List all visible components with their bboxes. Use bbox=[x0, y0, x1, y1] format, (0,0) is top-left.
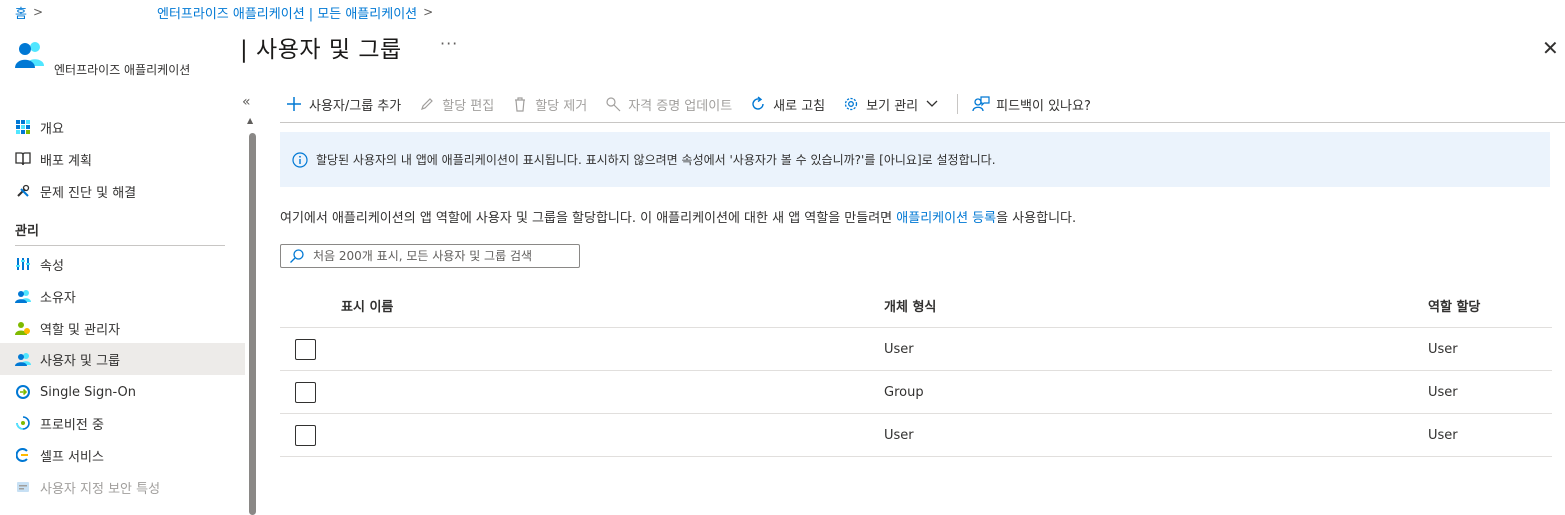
wrench-icon bbox=[15, 183, 31, 199]
app-subtitle: 엔터프라이즈 애플리케이션 bbox=[54, 63, 191, 77]
refresh-icon bbox=[749, 95, 767, 113]
gear-icon bbox=[842, 95, 860, 113]
users-groups-icon bbox=[15, 351, 31, 367]
search-input[interactable] bbox=[313, 249, 573, 263]
edit-assignment-button[interactable]: 할당 편집 bbox=[418, 95, 494, 114]
trash-icon bbox=[511, 95, 529, 113]
command-bar: 사용자/그룹 추가 할당 편집 할당 제거 자격 증명 업데이트 새로 고침 보… bbox=[285, 92, 1108, 116]
toolbar-divider-line bbox=[280, 122, 1565, 123]
info-banner: 할당된 사용자의 내 앱에 애플리케이션이 표시됩니다. 표시하지 않으려면 속… bbox=[280, 132, 1550, 187]
sidebar-item-label: 셀프 서비스 bbox=[40, 449, 104, 465]
properties-icon bbox=[15, 256, 31, 272]
manage-view-label: 보기 관리 bbox=[866, 98, 919, 114]
breadcrumb-enterprise-apps-link[interactable]: 엔터프라이즈 애플리케이션 | 모든 애플리케이션 bbox=[157, 3, 417, 22]
self-service-icon bbox=[15, 447, 31, 463]
sidebar-item-label: 문제 진단 및 해결 bbox=[40, 185, 137, 201]
pencil-icon bbox=[418, 95, 436, 113]
row-checkbox[interactable] bbox=[295, 425, 316, 446]
sidebar-item-sso[interactable]: Single Sign-On bbox=[0, 376, 245, 408]
row-checkbox[interactable] bbox=[295, 339, 316, 360]
role-cell: User bbox=[1428, 342, 1458, 357]
sidebar-item-diagnose[interactable]: 문제 진단 및 해결 bbox=[0, 175, 245, 207]
sidebar-item-label: 사용자 지정 보안 특성 bbox=[40, 481, 161, 497]
feedback-button[interactable]: 피드백이 있나요? bbox=[972, 95, 1091, 114]
chevron-right-icon: > bbox=[423, 5, 434, 19]
column-header-role-assignment[interactable]: 역할 할당 bbox=[1428, 296, 1480, 315]
refresh-button[interactable]: 새로 고침 bbox=[749, 95, 825, 114]
section-title-manage: 관리 bbox=[15, 224, 39, 239]
description-before: 여기에서 애플리케이션의 앱 역할에 사용자 및 그룹을 할당합니다. 이 애플… bbox=[280, 211, 897, 226]
sidebar-item-label: Single Sign-On bbox=[40, 384, 136, 400]
edit-assignment-label: 할당 편집 bbox=[442, 98, 495, 114]
breadcrumb-home-link[interactable]: 홈 bbox=[15, 3, 27, 22]
breadcrumb: 홈 > 엔터프라이즈 애플리케이션 | 모든 애플리케이션 > bbox=[15, 2, 433, 22]
row-divider bbox=[280, 456, 1552, 457]
info-banner-text: 할당된 사용자의 내 앱에 애플리케이션이 표시됩니다. 표시하지 않으려면 속… bbox=[316, 153, 996, 167]
collapse-sidebar-button[interactable]: « bbox=[242, 94, 251, 110]
page-title: | 사용자 및 그룹 bbox=[240, 37, 402, 63]
sidebar-scrollbar-thumb[interactable] bbox=[249, 133, 256, 515]
description-text: 여기에서 애플리케이션의 앱 역할에 사용자 및 그룹을 할당합니다. 이 애플… bbox=[280, 207, 1076, 226]
provisioning-icon bbox=[15, 415, 31, 431]
app-registration-link[interactable]: 애플리케이션 등록 bbox=[896, 211, 996, 226]
chevron-down-icon bbox=[926, 100, 938, 108]
sidebar-item-label: 배포 계획 bbox=[40, 153, 92, 169]
close-button[interactable]: ✕ bbox=[1542, 36, 1559, 60]
object-type-cell: User bbox=[884, 428, 914, 443]
object-type-cell: Group bbox=[884, 385, 924, 400]
enterprise-app-icon bbox=[15, 40, 45, 68]
update-credentials-button[interactable]: 자격 증명 업데이트 bbox=[604, 95, 732, 114]
refresh-label: 새로 고침 bbox=[773, 98, 826, 114]
more-options-button[interactable]: ··· bbox=[440, 34, 458, 53]
sidebar-item-label: 역할 및 관리자 bbox=[40, 322, 121, 338]
table-row[interactable]: User User bbox=[280, 414, 1552, 457]
sidebar-item-overview[interactable]: 개요 bbox=[0, 111, 245, 143]
feedback-icon bbox=[972, 95, 990, 113]
column-header-object-type[interactable]: 개체 형식 bbox=[884, 296, 936, 315]
sidebar-item-properties[interactable]: 속성 bbox=[0, 248, 245, 280]
row-checkbox[interactable] bbox=[295, 382, 316, 403]
remove-assignment-button[interactable]: 할당 제거 bbox=[511, 95, 587, 114]
object-type-cell: User bbox=[884, 342, 914, 357]
info-icon bbox=[292, 151, 308, 168]
sidebar-item-provisioning[interactable]: 프로비전 중 bbox=[0, 407, 245, 439]
toolbar-divider bbox=[957, 94, 959, 114]
table-row[interactable]: Group User bbox=[280, 371, 1552, 414]
sidebar-item-owners[interactable]: 소유자 bbox=[0, 280, 245, 312]
owners-icon bbox=[15, 288, 31, 304]
sidebar-item-label: 개요 bbox=[40, 121, 64, 137]
table-row[interactable]: User User bbox=[280, 328, 1552, 371]
sidebar-item-label: 사용자 및 그룹 bbox=[40, 353, 121, 369]
section-divider bbox=[15, 245, 225, 246]
description-after: 을 사용합니다. bbox=[996, 211, 1077, 226]
role-cell: User bbox=[1428, 428, 1458, 443]
sidebar-item-roles-admins[interactable]: 역할 및 관리자 bbox=[0, 312, 245, 344]
key-search-icon bbox=[604, 95, 622, 113]
update-credentials-label: 자격 증명 업데이트 bbox=[628, 98, 733, 114]
sidebar-item-label: 속성 bbox=[40, 258, 64, 274]
feedback-label: 피드백이 있나요? bbox=[996, 98, 1091, 114]
sso-icon bbox=[15, 384, 31, 400]
role-cell: User bbox=[1428, 385, 1458, 400]
search-box bbox=[280, 244, 580, 268]
sidebar-item-deployment-plan[interactable]: 배포 계획 bbox=[0, 143, 245, 175]
sidebar-item-custom-security-attributes: 사용자 지정 보안 특성 bbox=[0, 471, 245, 503]
chevron-right-icon: > bbox=[32, 5, 44, 19]
remove-assignment-label: 할당 제거 bbox=[535, 98, 588, 114]
sidebar-item-label: 프로비전 중 bbox=[40, 417, 104, 433]
search-icon bbox=[289, 248, 305, 264]
sidebar-item-label: 소유자 bbox=[40, 290, 76, 306]
plus-icon bbox=[285, 95, 303, 113]
add-user-group-label: 사용자/그룹 추가 bbox=[309, 98, 402, 114]
security-attributes-icon bbox=[15, 479, 31, 495]
sidebar-item-self-service[interactable]: 셀프 서비스 bbox=[0, 439, 245, 471]
column-header-display-name[interactable]: 표시 이름 bbox=[341, 296, 393, 315]
sidebar-item-users-groups[interactable]: 사용자 및 그룹 bbox=[0, 343, 245, 375]
grid-icon bbox=[15, 119, 31, 135]
book-icon bbox=[15, 151, 31, 167]
roles-icon bbox=[15, 320, 31, 336]
manage-view-button[interactable]: 보기 관리 bbox=[842, 95, 938, 114]
scroll-up-arrow-icon[interactable]: ▲ bbox=[247, 116, 253, 125]
add-user-group-button[interactable]: 사용자/그룹 추가 bbox=[285, 95, 401, 114]
